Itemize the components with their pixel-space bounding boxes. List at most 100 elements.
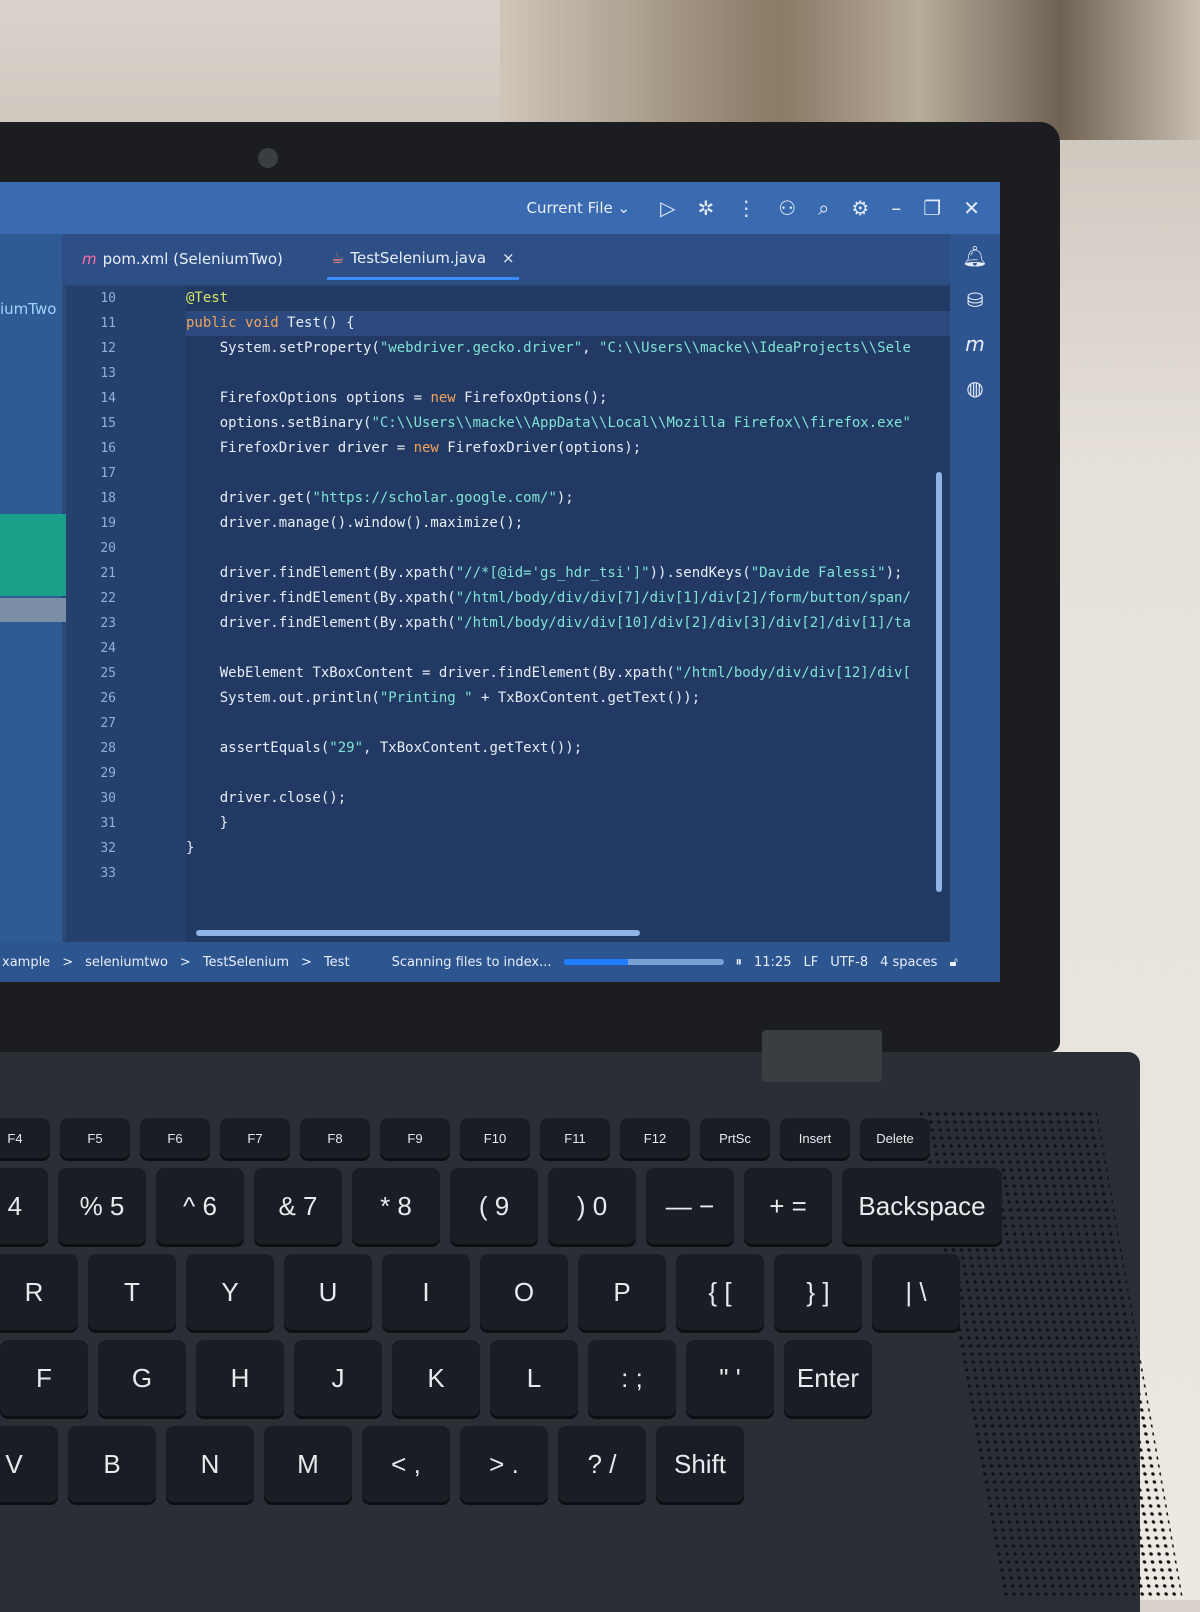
key-[interactable]: : ;	[588, 1340, 676, 1416]
horizontal-scrollbar[interactable]	[196, 930, 640, 936]
breadcrumb-item[interactable]: TestSelenium	[203, 955, 289, 970]
tab-testselenium-java[interactable]: ☕ TestSelenium.java ×	[326, 239, 519, 280]
maven-tool-icon[interactable]: m	[965, 332, 984, 356]
key-4[interactable]: $ 4	[0, 1168, 48, 1244]
key-[interactable]: " '	[686, 1340, 774, 1416]
key-j[interactable]: J	[294, 1340, 382, 1416]
key-[interactable]: | \	[872, 1254, 960, 1330]
key-[interactable]: { [	[676, 1254, 764, 1330]
key-t[interactable]: T	[88, 1254, 176, 1330]
key-prtsc[interactable]: PrtSc	[700, 1118, 770, 1158]
indexing-progress-bar	[563, 959, 724, 965]
web-icon[interactable]: ◍	[966, 376, 983, 400]
key-b[interactable]: B	[68, 1426, 156, 1502]
string-literal: "/html/body/div/div[12]/div[	[674, 665, 911, 681]
code-line: FirefoxOptions options = new FirefoxOpti…	[186, 390, 608, 406]
key-insert[interactable]: Insert	[780, 1118, 850, 1158]
key-backspace[interactable]: Backspace	[842, 1168, 1002, 1244]
key-f9[interactable]: F9	[380, 1118, 450, 1158]
line-number: 14	[100, 391, 116, 406]
breadcrumb-item[interactable]: seleniumtwo	[85, 955, 168, 970]
annotation: @Test	[186, 290, 229, 306]
key-f4[interactable]: F4	[0, 1118, 50, 1158]
key-f12[interactable]: F12	[620, 1118, 690, 1158]
debug-icon[interactable]: ✲	[697, 196, 714, 220]
file-encoding[interactable]: UTF-8	[830, 955, 868, 970]
keyword: new	[430, 390, 456, 406]
line-number: 17	[100, 466, 116, 481]
settings-icon[interactable]: ⚙	[851, 196, 869, 220]
minimize-icon[interactable]: –	[891, 196, 901, 220]
maven-icon: m	[82, 250, 97, 268]
key-f5[interactable]: F5	[60, 1118, 130, 1158]
key-f10[interactable]: F10	[460, 1118, 530, 1158]
breadcrumb-separator: >	[62, 954, 74, 970]
key-h[interactable]: H	[196, 1340, 284, 1416]
indent-setting[interactable]: 4 spaces	[880, 955, 937, 970]
title-bar: Current File ⌄ ▷ ✲ ⋮ ⚇ ⌕ ⚙ – ❐ ✕	[0, 182, 1000, 234]
key-8[interactable]: * 8	[352, 1168, 440, 1244]
line-number: 13	[100, 366, 116, 381]
project-name[interactable]: iumTwo	[0, 300, 56, 318]
line-separator[interactable]: LF	[803, 955, 818, 970]
editor-tabs: m pom.xml (SeleniumTwo) ☕ TestSelenium.j…	[62, 234, 950, 284]
key-n[interactable]: N	[166, 1426, 254, 1502]
key-9[interactable]: ( 9	[450, 1168, 538, 1244]
key-m[interactable]: M	[264, 1426, 352, 1502]
key-7[interactable]: & 7	[254, 1168, 342, 1244]
key-y[interactable]: Y	[186, 1254, 274, 1330]
lock-icon[interactable]: 🔓︎	[949, 955, 957, 970]
keyword: void	[245, 315, 279, 331]
key-[interactable]: + =	[744, 1168, 832, 1244]
key-f[interactable]: F	[0, 1340, 88, 1416]
key-[interactable]: > .	[460, 1426, 548, 1502]
key-f11[interactable]: F11	[540, 1118, 610, 1158]
line-number: 26	[100, 691, 116, 706]
line-number: 29	[100, 766, 116, 781]
key-v[interactable]: V	[0, 1426, 58, 1502]
key-l[interactable]: L	[490, 1340, 578, 1416]
key-f6[interactable]: F6	[140, 1118, 210, 1158]
key-0[interactable]: ) 0	[548, 1168, 636, 1244]
close-icon[interactable]: ✕	[963, 196, 980, 220]
key-delete[interactable]: Delete	[860, 1118, 930, 1158]
key-g[interactable]: G	[98, 1340, 186, 1416]
key-shift[interactable]: Shift	[656, 1426, 744, 1502]
key-r[interactable]: R	[0, 1254, 78, 1330]
key-[interactable]: } ]	[774, 1254, 862, 1330]
keyboard-row: $ 4% 5^ 6& 7* 8( 9) 0— −+ =Backspace	[0, 1168, 1020, 1244]
key-6[interactable]: ^ 6	[156, 1168, 244, 1244]
vertical-scrollbar[interactable]	[936, 472, 942, 892]
key-i[interactable]: I	[382, 1254, 470, 1330]
key-p[interactable]: P	[578, 1254, 666, 1330]
key-[interactable]: < ,	[362, 1426, 450, 1502]
keyboard-row: V B N M < , > .? / Shift	[0, 1426, 1020, 1502]
restore-icon[interactable]: ❐	[923, 196, 941, 220]
search-icon[interactable]: ⌕	[818, 196, 829, 220]
key-5[interactable]: % 5	[58, 1168, 146, 1244]
close-tab-icon[interactable]: ×	[502, 249, 515, 267]
breadcrumb-item[interactable]: Test	[324, 955, 350, 970]
caret-position[interactable]: 11:25	[754, 955, 791, 970]
key-k[interactable]: K	[392, 1340, 480, 1416]
key-u[interactable]: U	[284, 1254, 372, 1330]
code-editor[interactable]: @Test public void Test() { System.setProp…	[186, 286, 950, 942]
key-f7[interactable]: F7	[220, 1118, 290, 1158]
notifications-icon[interactable]: 🔔︎	[962, 244, 987, 268]
tab-pom-xml[interactable]: m pom.xml (SeleniumTwo)	[78, 240, 287, 278]
line-number: 24	[100, 641, 116, 656]
pause-indexing-icon[interactable]: ⏸	[736, 955, 743, 970]
string-literal: "29"	[329, 740, 364, 756]
breadcrumb-item[interactable]: xample	[2, 955, 50, 970]
key-o[interactable]: O	[480, 1254, 568, 1330]
key-enter[interactable]: Enter	[784, 1340, 872, 1416]
database-icon[interactable]: ⛁	[967, 288, 984, 312]
key-f8[interactable]: F8	[300, 1118, 370, 1158]
more-icon[interactable]: ⋮	[736, 196, 756, 220]
run-icon[interactable]: ▷	[660, 196, 675, 220]
add-user-icon[interactable]: ⚇	[778, 196, 796, 220]
key-[interactable]: ? /	[558, 1426, 646, 1502]
key-[interactable]: — −	[646, 1168, 734, 1244]
run-config-dropdown[interactable]: Current File ⌄	[527, 199, 631, 217]
